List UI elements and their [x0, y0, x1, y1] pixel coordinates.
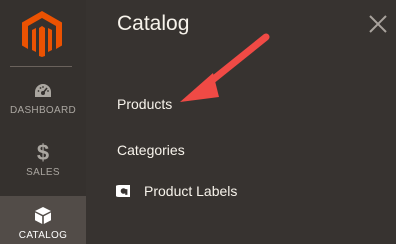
speedometer-icon [33, 82, 53, 105]
menu-item-label: Product Labels [144, 183, 238, 199]
menu-item-categories[interactable]: Categories [117, 142, 185, 158]
sidebar-item-label: CATALOG [18, 230, 68, 241]
cube-icon [34, 206, 52, 230]
menu-item-products[interactable]: Products [117, 96, 172, 112]
sidebar-divider [10, 66, 72, 67]
sidebar-item-label: SALES [26, 167, 60, 178]
dollar-icon: $ [36, 140, 50, 165]
admin-sidebar: DASHBOARD $ SALES CATALOG [0, 0, 86, 244]
sidebar-item-catalog[interactable]: CATALOG [0, 196, 86, 244]
sidebar-item-dashboard[interactable]: DASHBOARD [0, 80, 86, 130]
sidebar-item-label: DASHBOARD [9, 105, 77, 116]
close-icon[interactable] [368, 14, 388, 34]
amasty-icon [113, 183, 132, 199]
magento-logo-icon[interactable] [22, 11, 62, 57]
sidebar-item-sales[interactable]: $ SALES [0, 140, 86, 188]
menu-item-product-labels[interactable]: Product Labels [113, 183, 238, 199]
catalog-submenu-panel: Catalog Products Categories Product Labe… [86, 0, 396, 244]
panel-title: Catalog [117, 12, 190, 35]
